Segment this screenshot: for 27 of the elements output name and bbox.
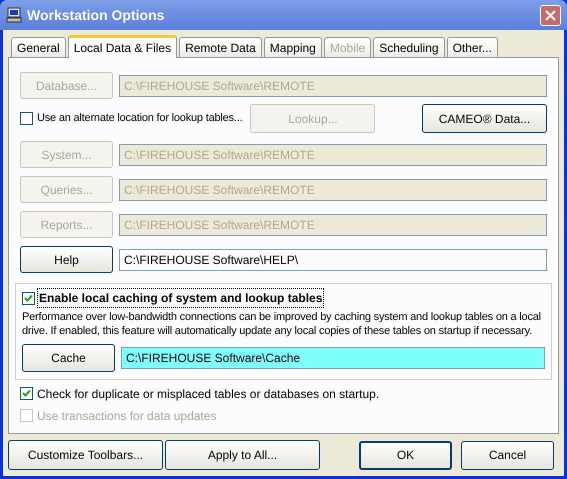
checkbox-label: Check for duplicate or misplaced tables or databases on startup. bbox=[37, 386, 380, 402]
tab[interactable]: Remote Data bbox=[179, 37, 262, 57]
checkbox[interactable] bbox=[22, 292, 35, 304]
computer-icon bbox=[6, 7, 22, 23]
footer-button[interactable]: Cancel bbox=[461, 440, 554, 470]
tab[interactable]: Local Data & Files bbox=[68, 35, 178, 58]
checkbox-label: Enable local caching of system and lookup tables bbox=[37, 288, 324, 308]
cameo-data-button[interactable]: CAMEO® Data... bbox=[422, 104, 547, 133]
tab[interactable]: Scheduling bbox=[373, 37, 445, 57]
description-text: Performance over low-bandwidth connections can be improved by caching system and lookup tables on a local drive. If enabled, this feature will automatically update any local copies of these tables on startup if necessary. bbox=[22, 310, 542, 338]
close-icon bbox=[545, 10, 556, 20]
path-field[interactable]: C:\FIREHOUSE Software\HELP\ bbox=[119, 248, 547, 270]
footer-button[interactable]: OK bbox=[359, 440, 452, 470]
checkbox[interactable] bbox=[20, 387, 33, 400]
checkbox-label: Use an alternate location for lookup tables... bbox=[37, 111, 242, 126]
window-title: Workstation Options bbox=[27, 6, 166, 25]
footer-button[interactable]: Apply to All... bbox=[165, 440, 320, 470]
checkbox[interactable] bbox=[20, 112, 33, 125]
path-field[interactable]: C:\FIREHOUSE Software\Cache bbox=[121, 346, 545, 368]
path-button[interactable]: Help bbox=[20, 246, 113, 273]
footer-button[interactable]: Customize Toolbars... bbox=[8, 440, 163, 470]
cache-button[interactable]: Cache bbox=[22, 344, 115, 372]
tab[interactable]: General bbox=[11, 37, 66, 57]
close-button[interactable] bbox=[540, 4, 561, 26]
checkbox-label: Use transactions for data updates bbox=[37, 408, 216, 424]
tab[interactable]: Mapping bbox=[264, 37, 322, 57]
tab[interactable]: Other... bbox=[446, 37, 498, 57]
